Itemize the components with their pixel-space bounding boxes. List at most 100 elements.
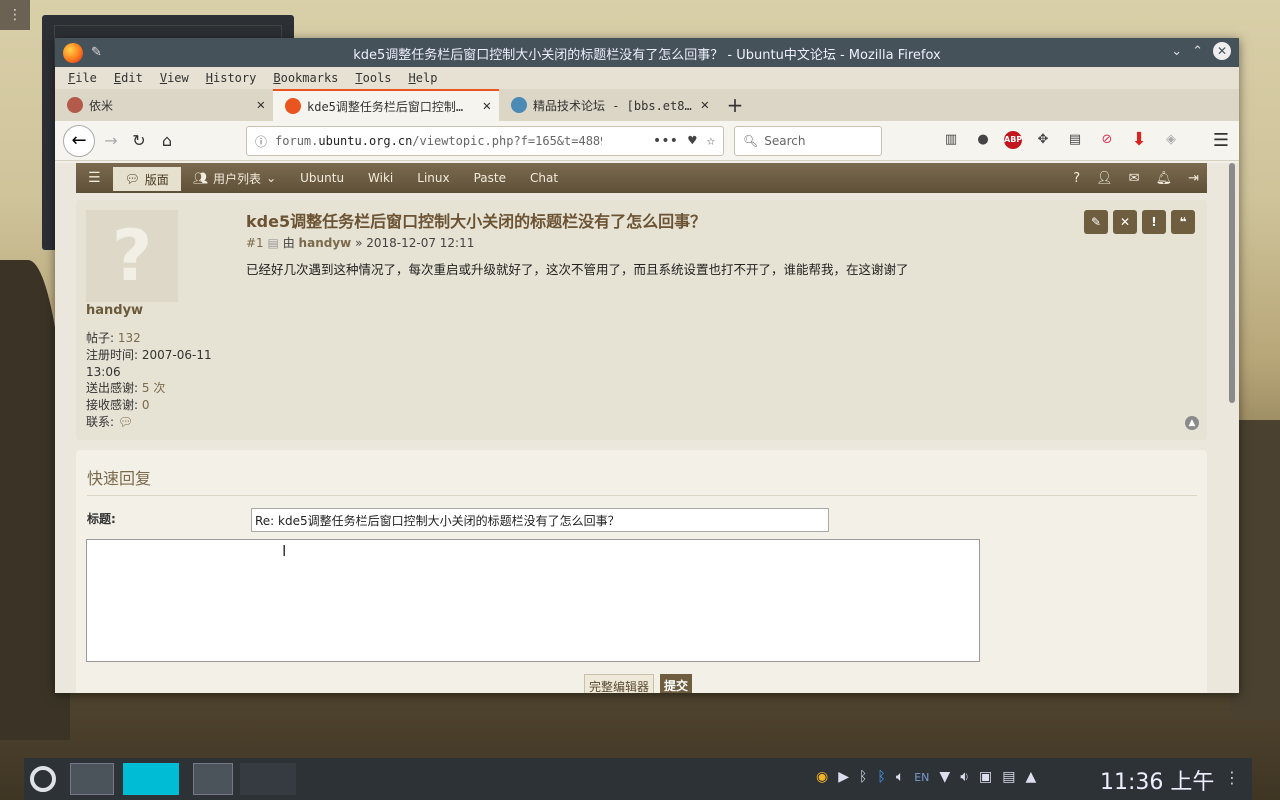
adblock-icon[interactable]: ABP (1004, 131, 1022, 149)
wifi-icon[interactable]: ▼ (939, 769, 950, 785)
by-label: 由 (282, 236, 295, 250)
post-username[interactable]: handyw (86, 303, 143, 318)
tab-close-icon[interactable]: ✕ (483, 98, 491, 114)
post-body: 已经好几次遇到这种情况了，每次重启或升级就好了，这次不管用了，而且系统设置也打不… (246, 262, 909, 277)
nav-linux[interactable]: Linux (405, 163, 461, 193)
avatar[interactable]: ? (86, 210, 178, 302)
scrollbar[interactable] (1229, 163, 1235, 403)
nav-wiki[interactable]: Wiki (356, 163, 405, 193)
menu-help[interactable]: Help (404, 71, 450, 85)
tray-expand-icon[interactable]: ▲ (1025, 769, 1036, 785)
block-icon[interactable]: ⊘ (1096, 129, 1118, 151)
menu-hamburger-icon[interactable]: ☰ (1213, 130, 1229, 151)
menu-file[interactable]: File (63, 71, 109, 85)
minimize-icon[interactable]: ⌄ (1171, 44, 1182, 59)
post-number[interactable]: #1 (246, 236, 264, 250)
nav-ubuntu[interactable]: Ubuntu (288, 163, 356, 193)
target-icon[interactable]: ◈ (1160, 129, 1182, 151)
task-window-firefox[interactable] (123, 763, 179, 795)
back-to-top-icon[interactable]: ▲ (1185, 416, 1199, 430)
forward-button[interactable]: → (97, 127, 125, 155)
bookmark-star-icon[interactable]: ☆ (707, 133, 715, 149)
new-tab-button[interactable]: + (717, 89, 753, 121)
task-window-4[interactable] (240, 763, 296, 795)
nav-boards[interactable]: 💬︎ 版面 (112, 167, 181, 191)
clock[interactable]: 11:36 上午 (1100, 764, 1214, 796)
window-title: kde5调整任务栏后窗口控制大小关闭的标题栏没有了怎么回事？ - Ubuntu中… (353, 48, 941, 63)
menu-bookmarks[interactable]: Bookmarks (268, 71, 350, 85)
tab-close-icon[interactable]: ✕ (257, 97, 265, 113)
nav-chat[interactable]: Chat (518, 163, 570, 193)
subject-input[interactable]: Re: kde5调整任务栏后窗口控制大小关闭的标题栏没有了怎么回事？ (251, 508, 829, 532)
update-icon[interactable]: ◉ (816, 769, 828, 785)
help-icon[interactable]: ? (1073, 171, 1080, 186)
inbox-icon[interactable]: ✉ (1129, 171, 1140, 186)
tab-close-icon[interactable]: ✕ (701, 97, 709, 113)
clipboard-icon[interactable]: ▣ (979, 769, 992, 785)
message-textarea[interactable] (86, 539, 980, 662)
bluetooth-icon[interactable]: ᛒ (859, 769, 867, 785)
contact-icon[interactable]: 💬︎ (118, 415, 133, 429)
menu-view[interactable]: View (155, 71, 201, 85)
menu-tools[interactable]: Tools (350, 71, 403, 85)
title-bar[interactable]: ✎ kde5调整任务栏后窗口控制大小关闭的标题栏没有了怎么回事？ - Ubunt… (55, 38, 1239, 67)
stat-label: 注册时间: (86, 347, 139, 362)
post-author[interactable]: handyw (299, 236, 352, 250)
nav-label: 用户列表 (213, 171, 262, 186)
menu-history[interactable]: History (201, 71, 269, 85)
divider (87, 495, 1197, 496)
edit-icon[interactable]: ✎ (1084, 210, 1108, 234)
pocket-icon[interactable]: ♥ (688, 133, 696, 149)
chevron-down-icon: ⌄ (266, 171, 277, 185)
nav-userlist[interactable]: 👥︎ 用户列表 ⌄ (181, 163, 288, 193)
search-icon: 🔍︎ (743, 134, 759, 148)
tab-forum-active[interactable]: kde5调整任务栏后窗口控制… ✕ (273, 89, 499, 121)
task-window-1[interactable] (70, 763, 114, 795)
maximize-icon[interactable]: ⌃ (1192, 44, 1203, 59)
tab-bbs[interactable]: 精品技术论坛 - [bbs.et8… ✕ (499, 89, 717, 121)
pin-icon[interactable]: ✎ (91, 45, 102, 60)
url-bar[interactable]: ⓘ forum. ubuntu.org.cn/viewtopic.php?f=16… (246, 126, 724, 156)
back-button[interactable]: ← (63, 124, 95, 157)
menu-edit[interactable]: Edit (109, 71, 155, 85)
media-play-icon[interactable]: ▶ (838, 769, 849, 785)
close-icon[interactable]: ✕ (1213, 42, 1231, 60)
ubuntu-icon (285, 98, 301, 114)
reload-button[interactable]: ↻ (125, 127, 153, 155)
bell-icon[interactable]: 🔔︎ (1156, 171, 1173, 186)
full-editor-button[interactable]: 完整编辑器 (584, 674, 655, 693)
home-button[interactable]: ⌂ (153, 127, 181, 155)
speaker-icon[interactable]: 🔉︎ (960, 769, 969, 785)
search-box[interactable]: 🔍︎ Search (734, 126, 882, 156)
language-indicator[interactable]: EN (914, 771, 929, 784)
quote-icon[interactable]: ❝ (1171, 210, 1195, 234)
download-icon[interactable]: ⬇ (1128, 129, 1150, 151)
delete-icon[interactable]: ✕ (1113, 210, 1137, 234)
info-icon[interactable]: ⓘ (255, 133, 267, 150)
sidebar-icon[interactable]: ▤ (1064, 129, 1086, 151)
tab-yimi[interactable]: 依米 ✕ (55, 89, 273, 121)
tab-favicon (67, 97, 83, 113)
report-icon[interactable]: ! (1142, 210, 1166, 234)
start-menu-icon[interactable] (30, 766, 56, 792)
stat-thanks-given[interactable]: 5 次 (142, 381, 165, 395)
stat-thanks-recv[interactable]: 0 (142, 398, 150, 412)
task-window-3[interactable] (193, 763, 233, 795)
logout-icon[interactable]: ⇥ (1188, 171, 1199, 186)
stat-label: 帖子: (86, 331, 115, 345)
user-icon[interactable]: 👤︎ (1096, 171, 1113, 186)
notes-icon[interactable]: ▤ (1002, 769, 1015, 785)
volume-icon[interactable]: 🔈︎ (896, 769, 904, 785)
panel-options-icon[interactable]: ⋮ (1224, 768, 1240, 787)
submit-button[interactable]: 提交 (660, 674, 693, 693)
library-icon[interactable]: ▥ (940, 129, 962, 151)
page-actions-icon[interactable]: ••• (653, 133, 678, 149)
bluetooth-active-icon[interactable]: ᛒ (877, 769, 885, 785)
extension-icon[interactable]: ● (972, 129, 994, 151)
move-icon[interactable]: ✥ (1032, 129, 1054, 151)
nav-menu-icon[interactable]: ☰ (76, 163, 113, 193)
nav-paste[interactable]: Paste (462, 163, 518, 193)
stat-posts[interactable]: 132 (118, 331, 141, 345)
post-title[interactable]: kde5调整任务栏后窗口控制大小关闭的标题栏没有了怎么回事？ (246, 208, 706, 232)
desktop-menu-dots[interactable]: ⋮ (0, 0, 30, 30)
